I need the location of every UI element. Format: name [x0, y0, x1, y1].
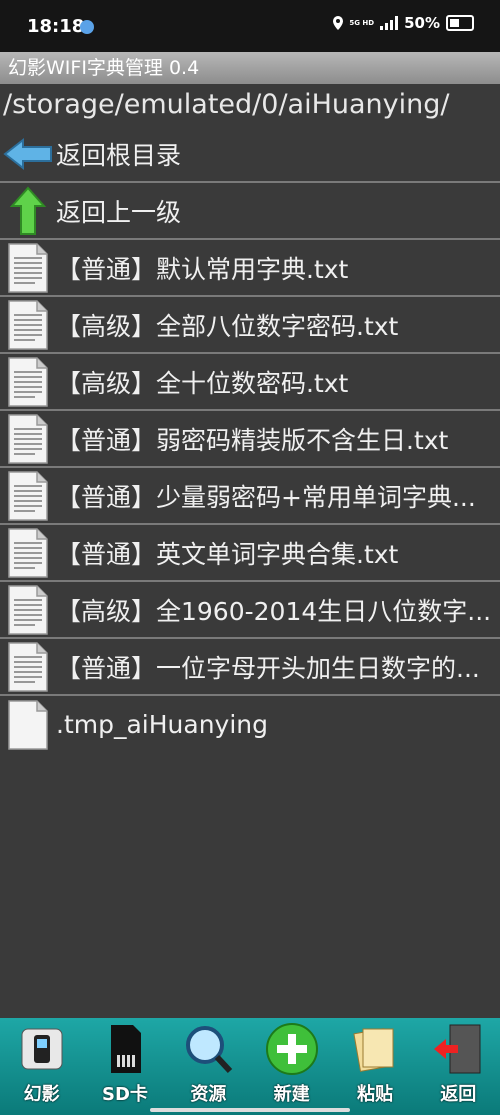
tab-label: SD卡: [102, 1084, 148, 1105]
tab-label: 资源: [190, 1084, 227, 1105]
battery-percent: 50%: [404, 14, 440, 32]
go-root-label: 返回根目录: [56, 140, 182, 170]
file-row[interactable]: 【高级】全部八位数字密码.txt: [0, 297, 500, 354]
tab-new[interactable]: 新建: [250, 1018, 333, 1115]
file-row[interactable]: 【高级】全十位数密码.txt: [0, 354, 500, 411]
file-name: 【普通】英文单词字典合集.txt: [56, 539, 399, 569]
notification-icon: [80, 20, 94, 34]
battery-icon: [446, 15, 474, 31]
tab-huanying[interactable]: 幻影: [0, 1018, 83, 1115]
text-file-icon: [0, 411, 56, 466]
up-arrow-icon: [0, 183, 56, 238]
go-root-row[interactable]: 返回根目录: [0, 126, 500, 183]
file-name: 【普通】一位字母开头加生日数字的...: [56, 653, 480, 683]
file-list: 返回根目录 返回上一级 【普通】默认常用字典.txt 【高级】全部八位数字密码.…: [0, 126, 500, 753]
file-name: 【普通】默认常用字典.txt: [56, 254, 349, 284]
status-time: 18:18: [27, 16, 85, 37]
file-row[interactable]: .tmp_aiHuanying: [0, 696, 500, 753]
tab-label: 返回: [440, 1084, 477, 1105]
text-file-icon: [0, 297, 56, 352]
file-row[interactable]: 【高级】全1960-2014生日八位数字...: [0, 582, 500, 639]
text-file-icon: [0, 468, 56, 523]
blank-file-icon: [0, 697, 56, 753]
bottom-toolbar: 幻影 SD卡 资源 新建 粘贴 返回: [0, 1018, 500, 1115]
plus-icon: [250, 1018, 333, 1080]
file-row[interactable]: 【普通】少量弱密码+常用单词字典...: [0, 468, 500, 525]
location-icon: [333, 16, 344, 30]
file-name: 【普通】少量弱密码+常用单词字典...: [56, 482, 476, 512]
tab-back[interactable]: 返回: [417, 1018, 500, 1115]
status-bar: 18:18 5G HD 50%: [0, 0, 500, 52]
current-path: /storage/emulated/0/aiHuanying/: [3, 89, 450, 120]
text-file-icon: [0, 582, 56, 637]
magnifier-icon: [167, 1018, 250, 1080]
tab-label: 幻影: [23, 1084, 60, 1105]
file-name: 【普通】弱密码精装版不含生日.txt: [56, 425, 449, 455]
status-indicators: 5G HD 50%: [333, 14, 474, 32]
text-file-icon: [0, 354, 56, 409]
file-name: 【高级】全十位数密码.txt: [56, 368, 349, 398]
phone-icon: [0, 1018, 83, 1080]
tab-resources[interactable]: 资源: [167, 1018, 250, 1115]
tab-label: 粘贴: [356, 1084, 393, 1105]
tab-paste[interactable]: 粘贴: [333, 1018, 416, 1115]
file-row[interactable]: 【普通】默认常用字典.txt: [0, 240, 500, 297]
file-row[interactable]: 【普通】英文单词字典合集.txt: [0, 525, 500, 582]
text-file-icon: [0, 525, 56, 580]
paste-icon: [333, 1018, 416, 1080]
go-up-row[interactable]: 返回上一级: [0, 183, 500, 240]
back-arrow-icon: [0, 126, 56, 181]
text-file-icon: [0, 240, 56, 295]
go-up-label: 返回上一级: [56, 197, 182, 227]
file-name: 【高级】全1960-2014生日八位数字...: [56, 596, 492, 626]
tab-sd-card[interactable]: SD卡: [83, 1018, 166, 1115]
exit-icon: [417, 1018, 500, 1080]
file-row[interactable]: 【普通】一位字母开头加生日数字的...: [0, 639, 500, 696]
text-file-icon: [0, 639, 56, 694]
app-title-bar: 幻影WIFI字典管理 0.4: [0, 52, 500, 84]
network-type: 5G HD: [349, 18, 375, 27]
sd-card-icon: [83, 1018, 166, 1080]
file-row[interactable]: 【普通】弱密码精装版不含生日.txt: [0, 411, 500, 468]
file-name: .tmp_aiHuanying: [56, 710, 268, 739]
signal-icon: [380, 16, 399, 30]
home-indicator[interactable]: [150, 1108, 350, 1112]
tab-label: 新建: [273, 1084, 310, 1105]
file-name: 【高级】全部八位数字密码.txt: [56, 311, 399, 341]
